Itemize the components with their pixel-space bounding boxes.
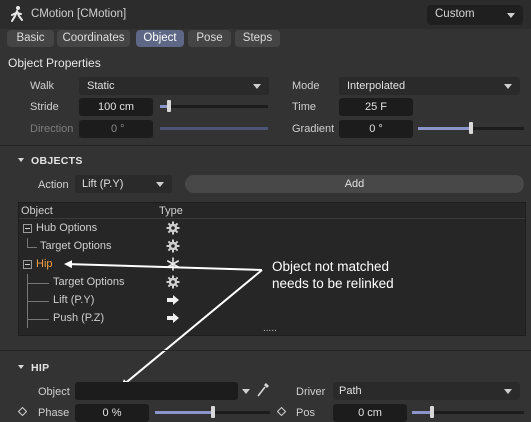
divider <box>0 350 531 351</box>
tree-line <box>27 319 49 320</box>
tab-pose[interactable]: Pose <box>188 30 231 47</box>
object-link-field[interactable] <box>75 382 238 400</box>
tree-item-label: Lift (P.Y) <box>53 294 95 306</box>
annotation-line-2: needs to be relinked <box>272 276 394 291</box>
keyframe-diamond-icon[interactable] <box>18 407 27 416</box>
annotation-text: Object not matched needs to be relinked <box>272 258 394 292</box>
header-divider <box>19 218 525 219</box>
tree-line <box>27 247 37 248</box>
objects-group-title[interactable]: OBJECTS <box>31 155 83 167</box>
mode-value: Interpolated <box>347 80 406 92</box>
action-label: Action <box>38 179 69 191</box>
chevron-down-icon <box>507 13 515 18</box>
direction-slider <box>160 127 268 130</box>
gradient-field[interactable]: 0 ° <box>339 120 413 138</box>
tree-item-label: Hub Options <box>36 222 98 234</box>
action-value: Lift (P.Y) <box>82 178 124 190</box>
column-header-object[interactable]: Object <box>21 205 53 217</box>
arrow-right-icon <box>167 313 179 323</box>
gear-icon <box>166 239 180 253</box>
tree-item-label: Target Options <box>53 276 125 288</box>
tree-line <box>27 301 49 302</box>
hip-group-title[interactable]: HIP <box>31 362 49 374</box>
tree-row[interactable]: Target Options <box>19 238 525 255</box>
driver-label: Driver <box>296 386 326 398</box>
tree-item-label-hip: Hip <box>36 258 53 270</box>
column-header-type[interactable]: Type <box>159 205 183 217</box>
gear-icon <box>166 275 180 289</box>
direction-slider-fill <box>160 127 268 130</box>
stride-label: Stride <box>30 101 59 113</box>
phase-slider[interactable] <box>155 406 270 418</box>
chevron-down-icon <box>156 182 164 187</box>
tree-line <box>27 238 28 247</box>
arrow-right-icon <box>167 295 179 305</box>
object-label: Object <box>38 386 70 398</box>
tree-item-label: Push (P.Z) <box>53 312 105 324</box>
pos-field[interactable]: 0 cm <box>333 404 407 422</box>
walk-dropdown[interactable]: Static <box>79 77 269 95</box>
chevron-down-icon <box>504 389 512 394</box>
gradient-slider-knob[interactable] <box>469 122 473 134</box>
chevron-down-icon[interactable] <box>18 365 24 369</box>
chevron-down-icon[interactable] <box>242 389 250 394</box>
preset-dropdown[interactable]: Custom <box>427 5 523 25</box>
window-title: CMotion [CMotion] <box>31 8 127 20</box>
time-label: Time <box>292 101 317 113</box>
pos-label: Pos <box>296 407 315 419</box>
mode-dropdown[interactable]: Interpolated <box>339 77 520 95</box>
pos-slider-fill <box>412 411 433 414</box>
tree-row[interactable]: Lift (P.Y) <box>19 292 525 309</box>
add-button[interactable]: Add <box>185 175 524 193</box>
stride-slider-knob[interactable] <box>166 100 171 112</box>
stride-slider[interactable] <box>160 100 268 112</box>
direction-label: Direction <box>30 123 74 135</box>
chevron-down-icon <box>504 84 512 89</box>
tab-steps[interactable]: Steps <box>235 30 280 47</box>
pick-object-icon[interactable] <box>256 382 270 398</box>
driver-value: Path <box>339 385 362 397</box>
chevron-down-icon[interactable] <box>18 158 24 162</box>
direction-field: 0 ° <box>79 120 153 138</box>
driver-dropdown[interactable]: Path <box>333 382 520 400</box>
tab-basic[interactable]: Basic <box>7 30 54 47</box>
collapse-icon[interactable] <box>23 260 32 269</box>
phase-field[interactable]: 0 % <box>75 404 149 422</box>
gradient-label: Gradient <box>292 123 335 135</box>
phase-label: Phase <box>38 407 70 419</box>
gradient-slider-fill <box>418 127 471 130</box>
mode-label: Mode <box>292 80 320 92</box>
tree-item-label: Target Options <box>40 240 112 252</box>
phase-slider-knob[interactable] <box>210 406 215 418</box>
walking-figure-icon <box>11 6 23 22</box>
stride-field[interactable]: 100 cm <box>79 98 153 116</box>
walk-label: Walk <box>30 80 55 92</box>
gradient-slider[interactable] <box>418 122 524 134</box>
keyframe-diamond-icon[interactable] <box>277 407 286 416</box>
pos-slider-knob[interactable] <box>430 406 435 418</box>
tree-row[interactable]: Hub Options <box>19 220 525 237</box>
preset-value: Custom <box>435 8 475 20</box>
annotation-line-1: Object not matched <box>272 259 390 274</box>
collapse-icon[interactable] <box>23 224 32 233</box>
walk-value: Static <box>87 80 115 92</box>
tree-line <box>27 283 49 284</box>
resize-handle[interactable]: ..... <box>263 323 277 334</box>
time-field[interactable]: 25 F <box>339 98 413 116</box>
action-dropdown[interactable]: Lift (P.Y) <box>75 175 172 193</box>
joint-asterisk-icon <box>166 257 179 271</box>
phase-slider-fill <box>155 411 213 414</box>
divider <box>0 145 531 146</box>
tab-object[interactable]: Object <box>136 30 184 47</box>
pos-slider[interactable] <box>412 406 524 418</box>
gear-icon <box>166 221 180 235</box>
section-title: Object Properties <box>8 56 101 70</box>
chevron-down-icon <box>253 84 261 89</box>
tab-coordinates[interactable]: Coordinates <box>57 30 130 47</box>
